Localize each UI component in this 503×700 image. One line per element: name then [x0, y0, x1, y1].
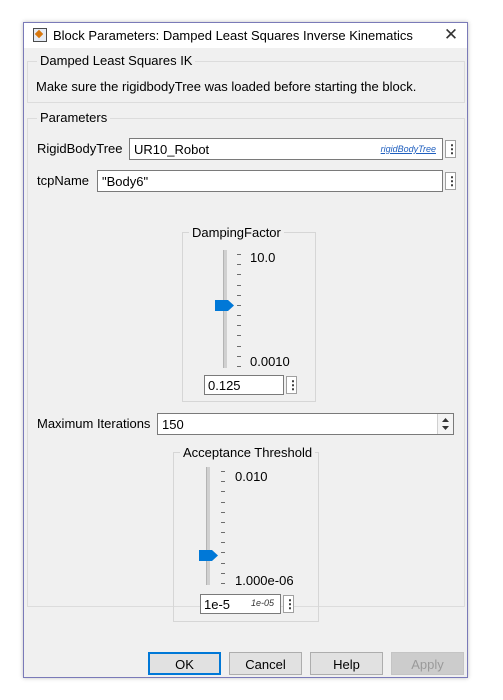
slider-tick	[237, 274, 241, 276]
acceptance-threshold-value: 1e-5	[204, 597, 231, 612]
close-icon[interactable]: ✕	[442, 26, 460, 44]
title-bar[interactable]: Block Parameters: Damped Least Squares I…	[24, 23, 467, 48]
spinner-arrows-icon	[442, 418, 449, 430]
tcp-name-input[interactable]: "Body6"	[97, 170, 443, 192]
slider-tick	[237, 254, 241, 255]
slider-tick	[237, 304, 241, 306]
simulink-block-icon	[33, 28, 47, 42]
slider-tick	[221, 501, 225, 503]
max-iterations-label: Maximum Iterations	[37, 416, 151, 431]
slider-tick	[237, 335, 241, 337]
damping-factor-options-button[interactable]: ⋮	[286, 376, 299, 394]
slider-tick	[237, 355, 241, 357]
acceptance-threshold-options-button[interactable]: ⋮	[283, 595, 296, 613]
damping-factor-thumb[interactable]	[215, 299, 235, 311]
slider-tick	[221, 532, 225, 534]
description-group-title: Damped Least Squares IK	[37, 53, 196, 68]
damping-factor-value: 0.125	[208, 378, 241, 393]
slider-tick	[237, 294, 241, 296]
acceptance-threshold-thumb[interactable]	[199, 550, 219, 561]
damping-factor-min-label: 0.0010	[250, 354, 290, 369]
slider-tick	[237, 284, 241, 286]
slider-tick	[237, 325, 241, 327]
acceptance-threshold-slider-group: Acceptance Threshold 0.010 1.000e-06 1e-…	[173, 445, 319, 622]
slider-tick	[221, 552, 225, 554]
ok-button[interactable]: OK	[148, 652, 221, 675]
help-button[interactable]: Help	[310, 652, 383, 675]
acceptance-threshold-hint: 1e-05	[250, 598, 274, 608]
damping-factor-title: DampingFactor	[189, 225, 284, 240]
acceptance-threshold-max-label: 0.010	[235, 469, 268, 484]
rigid-body-tree-type-link[interactable]: rigidBodyTree	[381, 144, 436, 154]
rigid-body-tree-input[interactable]: UR10_Robot rigidBodyTree	[129, 138, 443, 160]
rigid-body-tree-label: RigidBodyTree	[37, 141, 123, 156]
dialog-window: Block Parameters: Damped Least Squares I…	[23, 22, 468, 678]
damping-factor-max-label: 10.0	[250, 250, 276, 265]
tcp-name-value: "Body6"	[102, 174, 149, 189]
slider-tick	[221, 511, 225, 513]
cancel-button[interactable]: Cancel	[229, 652, 302, 675]
max-iterations-value: 150	[162, 417, 184, 432]
slider-tick	[237, 264, 241, 266]
slider-tick	[221, 542, 225, 544]
damping-factor-slider-group: DampingFactor 10.0 0.0010 0.125 ⋮	[182, 225, 316, 402]
max-iterations-spinner[interactable]	[437, 414, 453, 434]
rigid-body-tree-value: UR10_Robot	[134, 142, 210, 157]
slider-tick	[237, 366, 241, 367]
description-group: Damped Least Squares IK Make sure the ri…	[27, 53, 465, 103]
parameters-group: Parameters RigidBodyTree UR10_Robot rigi…	[27, 110, 465, 622]
acceptance-threshold-track[interactable]	[206, 467, 210, 585]
window-title: Block Parameters: Damped Least Squares I…	[53, 28, 413, 43]
max-iterations-input[interactable]: 150	[157, 413, 454, 435]
slider-tick	[221, 572, 225, 574]
slider-tick	[221, 491, 225, 493]
slider-tick	[237, 345, 241, 347]
acceptance-threshold-title: Acceptance Threshold	[180, 445, 316, 460]
slider-tick	[221, 521, 225, 523]
damping-factor-input[interactable]: 0.125	[204, 375, 284, 395]
apply-button[interactable]: Apply	[391, 652, 464, 675]
parameters-group-title: Parameters	[37, 110, 111, 125]
slider-tick	[237, 315, 241, 317]
rigid-body-tree-options-button[interactable]: ⋮	[445, 140, 458, 158]
description-text: Make sure the rigidbodyTree was loaded b…	[36, 79, 417, 94]
tcp-name-label: tcpName	[37, 173, 90, 188]
tcp-name-options-button[interactable]: ⋮	[445, 172, 458, 190]
slider-tick	[221, 583, 225, 584]
acceptance-threshold-input[interactable]: 1e-5 1e-05	[200, 594, 281, 614]
slider-tick	[221, 471, 225, 472]
acceptance-threshold-min-label: 1.000e-06	[235, 573, 294, 588]
slider-tick	[221, 481, 225, 483]
slider-tick	[221, 562, 225, 564]
